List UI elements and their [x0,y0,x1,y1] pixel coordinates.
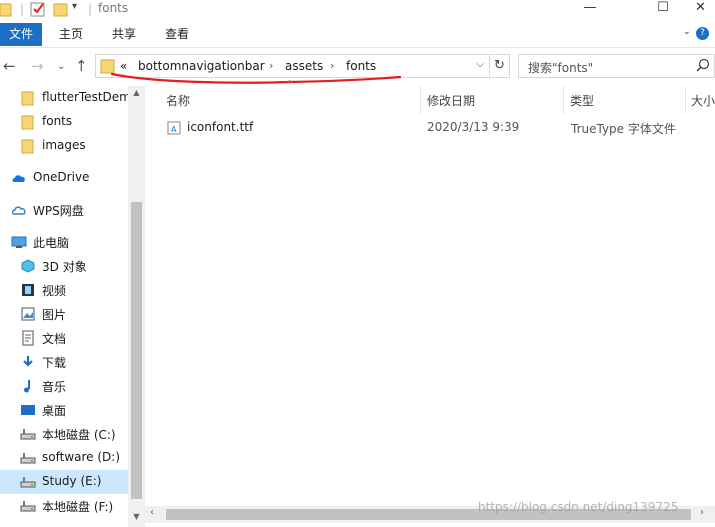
title-bar: | ▾ | fonts — ☐ ✕ [0,0,715,20]
search-input[interactable]: 搜索"fonts" [528,59,593,76]
sidebar-item-label: 本地磁盘 (F:) [42,500,114,514]
sidebar-item-label: 此电脑 [33,236,70,250]
sidebar-item[interactable]: Study (E:) [0,470,128,494]
download-icon [23,356,33,367]
sidebar-item[interactable]: flutterTestDem [0,86,131,110]
desktop-icon [21,405,35,415]
pictures-icon [21,307,35,321]
tab-home[interactable]: 主页 [59,23,83,46]
tab-file[interactable]: 文件 [0,23,42,46]
scroll-right-icon[interactable]: › [700,507,704,518]
font-file-icon: A [167,121,181,135]
up-button[interactable]: ↑ [75,57,88,75]
sidebar-item-label: WPS网盘 [33,204,84,218]
nav-vertical-scrollbar[interactable]: ▲ ▼ [128,86,145,527]
scroll-down-icon[interactable]: ▼ [128,512,145,521]
drive-icon [20,453,36,464]
window-title: fonts [98,1,129,15]
3d-objects-icon [21,259,35,273]
column-header-row: 名称 修改日期 类型 大小 [150,86,715,114]
drive-icon [20,501,36,512]
column-header-name[interactable]: 名称 [150,86,421,114]
help-icon[interactable]: ? [696,27,709,40]
sidebar-item[interactable]: 3D 对象 [0,254,128,278]
search-box[interactable]: 搜索"fonts" [518,54,715,78]
folder-icon [21,115,34,130]
forward-button[interactable]: → [31,57,44,75]
sidebar-item[interactable]: 视频 [0,278,128,302]
recent-locations-button[interactable]: ⌄ [57,58,65,76]
file-type: TrueType 字体文件 [571,122,676,136]
sidebar-item-label: flutterTestDem [42,90,131,104]
sidebar-item[interactable]: 图片 [0,302,128,326]
toolbar-divider: | [88,2,93,16]
sidebar-item-label: 视频 [42,284,67,298]
video-icon [22,284,34,296]
back-button[interactable]: ← [3,57,16,75]
column-header-size[interactable]: 大小 [686,86,715,114]
sidebar-item-label: 文档 [42,332,67,346]
quick-access-dropdown-icon[interactable]: ▾ [72,1,77,12]
sidebar-item[interactable]: 文档 [0,326,128,350]
drive-icon [20,477,36,488]
column-header-modified[interactable]: 修改日期 [421,86,564,114]
scroll-up-icon[interactable]: ▲ [128,88,145,97]
tab-share[interactable]: 共享 [112,23,136,46]
sidebar-item-label: 下载 [42,356,67,370]
search-icon[interactable] [696,58,710,72]
sidebar-item-label: 图片 [42,308,67,322]
ribbon: 文件 主页 共享 查看 ⌄ ? [0,20,715,48]
sidebar-item[interactable]: 桌面 [0,398,128,422]
sidebar-item-label: images [42,138,86,152]
sidebar-item-label: Study (E:) [42,474,102,488]
sidebar-item[interactable]: 音乐 [0,374,128,398]
sidebar-item[interactable]: 本地磁盘 (F:) [0,494,128,518]
music-icon [24,380,30,393]
sidebar-item[interactable]: 本地磁盘 (C:) [0,422,128,446]
sidebar-item[interactable]: WPS网盘 [0,198,128,222]
scroll-left-icon[interactable]: ‹ [150,507,154,518]
wps-cloud-icon [11,206,26,215]
minimize-button[interactable]: — [567,0,613,20]
file-modified: 2020/3/13 9:39 [427,120,520,134]
sidebar-item[interactable]: 下载 [0,350,128,374]
sidebar-item[interactable]: 此电脑 [0,230,128,254]
properties-check-icon[interactable] [30,1,46,17]
folder-icon [21,91,34,106]
sidebar-item-label: 音乐 [42,380,67,394]
scrollbar-thumb[interactable] [131,202,142,499]
close-button[interactable]: ✕ [686,0,715,20]
new-folder-icon[interactable] [53,1,69,17]
address-dropdown-icon[interactable]: ⌵ [476,59,484,70]
documents-icon [22,330,34,346]
sidebar-item-label: software (D:) [42,450,120,464]
sidebar-item[interactable]: software (D:) [0,446,128,470]
watermark: https://blog.csdn.net/ding139725 [478,500,679,514]
file-row[interactable]: A iconfont.ttf 2020/3/13 9:39 TrueType 字… [150,116,715,140]
maximize-button[interactable]: ☐ [640,0,686,20]
drive-icon [20,429,36,440]
svg-text:A: A [171,125,177,134]
folder-icon [21,139,34,154]
column-header-type[interactable]: 类型 [564,86,686,114]
computer-icon [11,236,27,248]
sidebar-item-label: 桌面 [42,404,67,418]
sidebar-item[interactable]: images [0,134,128,158]
onedrive-cloud-icon [12,175,25,182]
folder-icon[interactable] [0,1,12,17]
toolbar-divider: | [20,2,25,16]
ribbon-expand-icon[interactable]: ⌄ [683,26,691,37]
sidebar-item-label: 本地磁盘 (C:) [42,428,116,442]
tab-view[interactable]: 查看 [165,23,189,46]
sidebar-item[interactable]: fonts [0,110,128,134]
sidebar-item[interactable]: OneDrive [0,166,128,190]
sidebar-item-label: fonts [42,114,73,128]
refresh-button[interactable]: ↻ [490,54,510,78]
file-name[interactable]: iconfont.ttf [187,120,253,134]
sidebar-item-label: 3D 对象 [42,260,87,274]
sidebar-item-label: OneDrive [33,170,90,184]
